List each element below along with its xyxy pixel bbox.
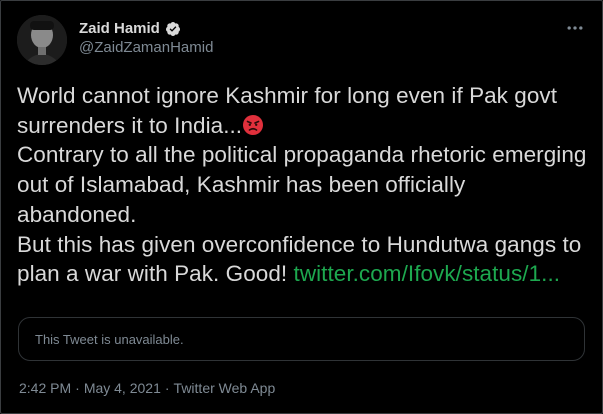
avatar[interactable] — [17, 15, 67, 65]
tweet-line-1: World cannot ignore Kashmir for long eve… — [17, 83, 558, 138]
tweet-source[interactable]: Twitter Web App — [174, 379, 276, 397]
verified-badge-icon — [165, 21, 181, 37]
tweet-header: Zaid Hamid @ZaidZamanHamid — [17, 13, 588, 65]
display-name-row: Zaid Hamid — [79, 19, 213, 38]
author-handle[interactable]: @ZaidZamanHamid — [79, 38, 213, 58]
more-dots-icon — [567, 26, 583, 30]
tweet-date[interactable]: May 4, 2021 — [84, 379, 161, 397]
profile-photo-icon — [17, 15, 67, 65]
tweet-card: Zaid Hamid @ZaidZamanHamid World cannot … — [0, 0, 603, 414]
tweet-time[interactable]: 2:42 PM — [19, 379, 71, 397]
meta-separator: · — [75, 380, 80, 396]
tweet-meta: 2:42 PM · May 4, 2021 · Twitter Web App — [19, 379, 275, 397]
unavailable-text: This Tweet is unavailable. — [35, 331, 184, 347]
tweet-text: World cannot ignore Kashmir for long eve… — [17, 81, 589, 289]
more-options-button[interactable] — [562, 15, 588, 41]
author-names: Zaid Hamid @ZaidZamanHamid — [79, 19, 213, 58]
tweet-line-2: Contrary to all the political propaganda… — [17, 142, 587, 227]
quoted-tweet-unavailable: This Tweet is unavailable. — [18, 317, 585, 361]
angry-face-emoji-icon — [242, 114, 264, 136]
display-name[interactable]: Zaid Hamid — [79, 19, 160, 38]
tweet-link[interactable]: twitter.com/Ifovk/status/1... — [294, 261, 561, 286]
meta-separator: · — [164, 380, 170, 396]
